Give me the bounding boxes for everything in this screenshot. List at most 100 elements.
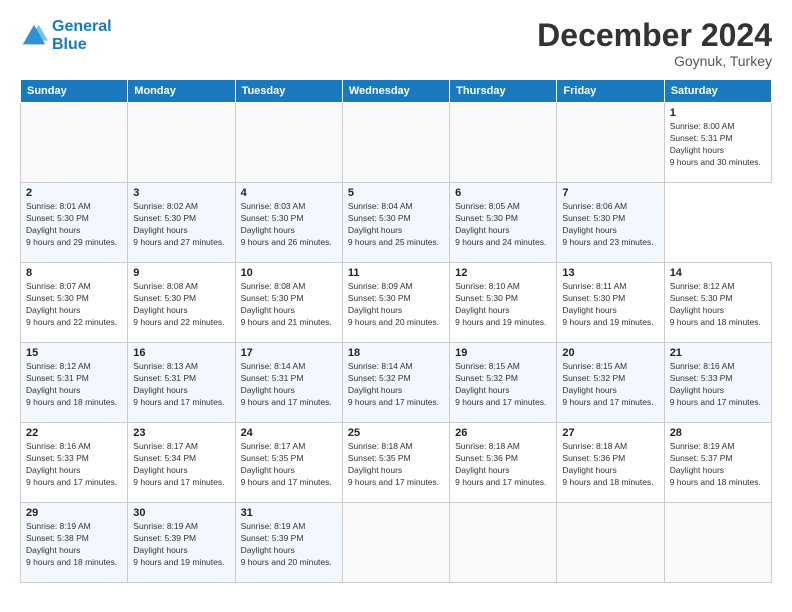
day-number: 31: [241, 507, 337, 519]
day-info: Sunrise: 8:01 AMSunset: 5:30 PMDaylight …: [26, 201, 122, 249]
day-number: 29: [26, 507, 122, 519]
table-row: 17 Sunrise: 8:14 AMSunset: 5:31 PMDaylig…: [235, 343, 342, 423]
day-number: 5: [348, 187, 444, 199]
day-number: 20: [562, 347, 658, 359]
logo-icon: [20, 22, 48, 50]
day-number: 10: [241, 267, 337, 279]
location: Goynuk, Turkey: [537, 53, 772, 69]
day-number: 1: [670, 107, 766, 119]
day-number: 22: [26, 427, 122, 439]
table-row: 10 Sunrise: 8:08 AMSunset: 5:30 PMDaylig…: [235, 263, 342, 343]
col-saturday: Saturday: [664, 80, 771, 103]
table-row: 5 Sunrise: 8:04 AMSunset: 5:30 PMDayligh…: [342, 183, 449, 263]
day-info: Sunrise: 8:08 AMSunset: 5:30 PMDaylight …: [241, 281, 337, 329]
title-area: December 2024 Goynuk, Turkey: [537, 18, 772, 69]
day-number: 13: [562, 267, 658, 279]
day-info: Sunrise: 8:17 AMSunset: 5:34 PMDaylight …: [133, 441, 229, 489]
table-row: 26 Sunrise: 8:18 AMSunset: 5:36 PMDaylig…: [450, 423, 557, 503]
table-row: [235, 103, 342, 183]
table-row: 31 Sunrise: 8:19 AMSunset: 5:39 PMDaylig…: [235, 503, 342, 583]
day-number: 14: [670, 267, 766, 279]
day-number: 16: [133, 347, 229, 359]
table-row: 30 Sunrise: 8:19 AMSunset: 5:39 PMDaylig…: [128, 503, 235, 583]
day-number: 18: [348, 347, 444, 359]
day-number: 6: [455, 187, 551, 199]
day-number: 2: [26, 187, 122, 199]
calendar-table: Sunday Monday Tuesday Wednesday Thursday…: [20, 79, 772, 583]
day-info: Sunrise: 8:18 AMSunset: 5:36 PMDaylight …: [562, 441, 658, 489]
table-row: [450, 503, 557, 583]
col-monday: Monday: [128, 80, 235, 103]
table-row: 1 Sunrise: 8:00 AMSunset: 5:31 PMDayligh…: [664, 103, 771, 183]
day-info: Sunrise: 8:10 AMSunset: 5:30 PMDaylight …: [455, 281, 551, 329]
day-number: 26: [455, 427, 551, 439]
table-row: [450, 103, 557, 183]
table-row: [557, 103, 664, 183]
table-row: 7 Sunrise: 8:06 AMSunset: 5:30 PMDayligh…: [557, 183, 664, 263]
day-info: Sunrise: 8:12 AMSunset: 5:30 PMDaylight …: [670, 281, 766, 329]
table-row: [664, 503, 771, 583]
day-number: 7: [562, 187, 658, 199]
day-info: Sunrise: 8:17 AMSunset: 5:35 PMDaylight …: [241, 441, 337, 489]
table-row: 12 Sunrise: 8:10 AMSunset: 5:30 PMDaylig…: [450, 263, 557, 343]
day-number: 8: [26, 267, 122, 279]
table-row: 24 Sunrise: 8:17 AMSunset: 5:35 PMDaylig…: [235, 423, 342, 503]
day-number: 19: [455, 347, 551, 359]
day-info: Sunrise: 8:18 AMSunset: 5:36 PMDaylight …: [455, 441, 551, 489]
day-info: Sunrise: 8:18 AMSunset: 5:35 PMDaylight …: [348, 441, 444, 489]
table-row: 6 Sunrise: 8:05 AMSunset: 5:30 PMDayligh…: [450, 183, 557, 263]
day-info: Sunrise: 8:08 AMSunset: 5:30 PMDaylight …: [133, 281, 229, 329]
day-number: 12: [455, 267, 551, 279]
day-info: Sunrise: 8:19 AMSunset: 5:39 PMDaylight …: [241, 521, 337, 569]
day-info: Sunrise: 8:03 AMSunset: 5:30 PMDaylight …: [241, 201, 337, 249]
day-info: Sunrise: 8:19 AMSunset: 5:37 PMDaylight …: [670, 441, 766, 489]
table-row: 8 Sunrise: 8:07 AMSunset: 5:30 PMDayligh…: [21, 263, 128, 343]
table-row: [342, 103, 449, 183]
table-row: [557, 503, 664, 583]
day-number: 9: [133, 267, 229, 279]
day-number: 3: [133, 187, 229, 199]
table-row: 19 Sunrise: 8:15 AMSunset: 5:32 PMDaylig…: [450, 343, 557, 423]
page-header: General Blue December 2024 Goynuk, Turke…: [20, 18, 772, 69]
day-info: Sunrise: 8:14 AMSunset: 5:32 PMDaylight …: [348, 361, 444, 409]
col-sunday: Sunday: [21, 80, 128, 103]
month-title: December 2024: [537, 18, 772, 53]
day-number: 17: [241, 347, 337, 359]
day-number: 4: [241, 187, 337, 199]
table-row: 11 Sunrise: 8:09 AMSunset: 5:30 PMDaylig…: [342, 263, 449, 343]
col-thursday: Thursday: [450, 80, 557, 103]
table-row: 13 Sunrise: 8:11 AMSunset: 5:30 PMDaylig…: [557, 263, 664, 343]
day-number: 27: [562, 427, 658, 439]
day-info: Sunrise: 8:15 AMSunset: 5:32 PMDaylight …: [455, 361, 551, 409]
table-row: 15 Sunrise: 8:12 AMSunset: 5:31 PMDaylig…: [21, 343, 128, 423]
table-row: 14 Sunrise: 8:12 AMSunset: 5:30 PMDaylig…: [664, 263, 771, 343]
table-row: [21, 103, 128, 183]
logo: General Blue: [20, 18, 112, 53]
day-info: Sunrise: 8:19 AMSunset: 5:39 PMDaylight …: [133, 521, 229, 569]
day-info: Sunrise: 8:07 AMSunset: 5:30 PMDaylight …: [26, 281, 122, 329]
col-friday: Friday: [557, 80, 664, 103]
day-info: Sunrise: 8:15 AMSunset: 5:32 PMDaylight …: [562, 361, 658, 409]
day-number: 11: [348, 267, 444, 279]
day-number: 15: [26, 347, 122, 359]
day-info: Sunrise: 8:02 AMSunset: 5:30 PMDaylight …: [133, 201, 229, 249]
day-number: 30: [133, 507, 229, 519]
table-row: 25 Sunrise: 8:18 AMSunset: 5:35 PMDaylig…: [342, 423, 449, 503]
table-row: 2 Sunrise: 8:01 AMSunset: 5:30 PMDayligh…: [21, 183, 128, 263]
logo-text-general: General: [52, 18, 112, 36]
day-number: 28: [670, 427, 766, 439]
day-number: 23: [133, 427, 229, 439]
logo-text-blue: Blue: [52, 36, 112, 54]
day-info: Sunrise: 8:00 AMSunset: 5:31 PMDaylight …: [670, 121, 766, 169]
col-tuesday: Tuesday: [235, 80, 342, 103]
table-row: 20 Sunrise: 8:15 AMSunset: 5:32 PMDaylig…: [557, 343, 664, 423]
calendar-page: General Blue December 2024 Goynuk, Turke…: [0, 0, 792, 612]
calendar-header-row: Sunday Monday Tuesday Wednesday Thursday…: [21, 80, 772, 103]
table-row: 16 Sunrise: 8:13 AMSunset: 5:31 PMDaylig…: [128, 343, 235, 423]
day-number: 21: [670, 347, 766, 359]
day-info: Sunrise: 8:06 AMSunset: 5:30 PMDaylight …: [562, 201, 658, 249]
day-info: Sunrise: 8:12 AMSunset: 5:31 PMDaylight …: [26, 361, 122, 409]
day-number: 25: [348, 427, 444, 439]
day-info: Sunrise: 8:04 AMSunset: 5:30 PMDaylight …: [348, 201, 444, 249]
table-row: 4 Sunrise: 8:03 AMSunset: 5:30 PMDayligh…: [235, 183, 342, 263]
